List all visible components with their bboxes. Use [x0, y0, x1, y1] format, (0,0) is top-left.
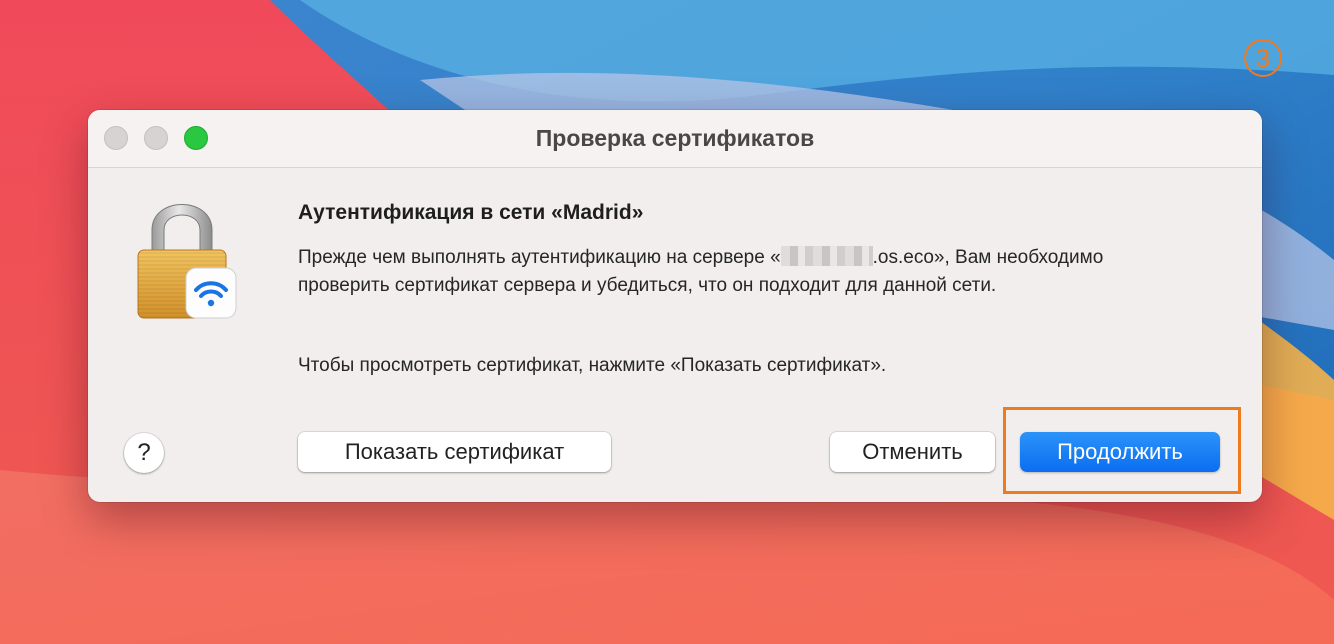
- step-number-badge: 3: [1244, 39, 1282, 77]
- redacted-server-name: [780, 246, 873, 266]
- help-button[interactable]: ?: [124, 433, 164, 473]
- dialog-title: Проверка сертификатов: [535, 125, 815, 151]
- show-certificate-button[interactable]: Показать сертификат: [298, 432, 611, 472]
- dialog-instruction: Чтобы просмотреть сертификат, нажмите «П…: [298, 355, 887, 376]
- lock-icon: [134, 200, 242, 324]
- dialog-message: Прежде чем выполнять аутентификацию на с…: [298, 244, 1178, 300]
- highlight-frame: [1003, 407, 1241, 494]
- cancel-button[interactable]: Отменить: [830, 432, 995, 472]
- title-bar[interactable]: Проверка сертификатов: [88, 110, 1262, 168]
- dialog-heading: Аутентификация в сети «Madrid»: [298, 201, 644, 224]
- message-prefix: Прежде чем выполнять аутентификацию на с…: [298, 247, 781, 268]
